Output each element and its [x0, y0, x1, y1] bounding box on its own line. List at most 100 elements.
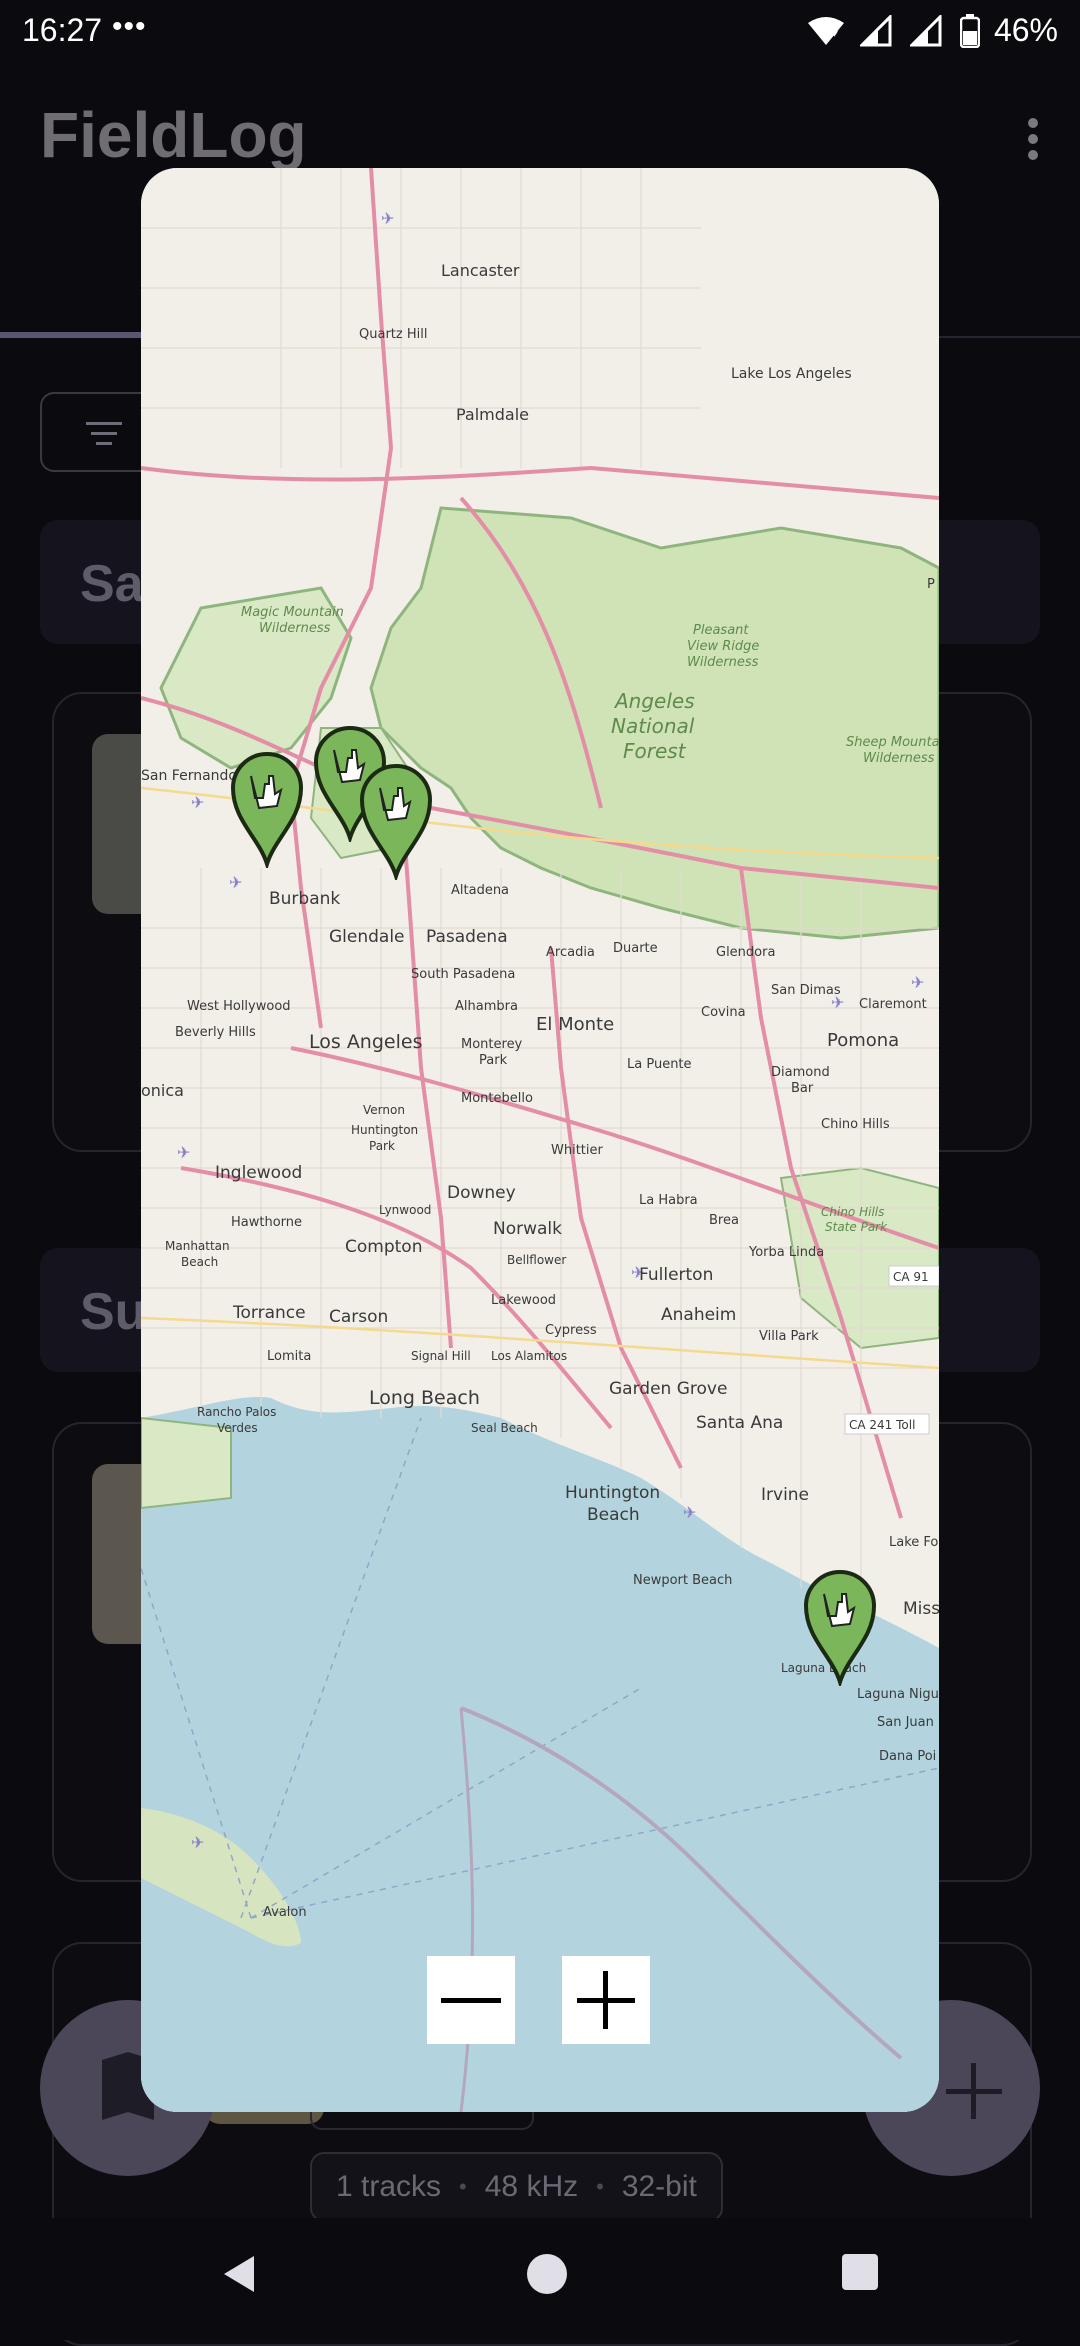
map-label: Angeles	[613, 689, 695, 713]
map-label: Hawthorne	[231, 1215, 302, 1230]
map-label: CA 91	[893, 1270, 929, 1284]
filter-icon	[86, 422, 122, 425]
map-label: Quartz Hill	[359, 327, 427, 342]
map-label: Burbank	[269, 889, 340, 909]
section-title: Sa	[80, 555, 144, 613]
map-dialog[interactable]: ✈ ✈ ✈ ✈ ✈ ✈ ✈ ✈ ✈ Lancaster Quartz Hill …	[141, 168, 939, 2112]
map-label: Duarte	[613, 941, 658, 956]
map-label: Glendale	[329, 927, 405, 947]
map-label: Los Alamitos	[491, 1349, 567, 1363]
map-label: La Puente	[627, 1057, 692, 1072]
map-label: Alhambra	[455, 999, 518, 1014]
zoom-out-button[interactable]	[427, 1956, 515, 2044]
map-label: Pasadena	[426, 927, 508, 947]
battery-percentage: 46%	[993, 12, 1058, 48]
map-label: Covina	[701, 1005, 746, 1020]
map-label: San Fernando	[141, 768, 237, 784]
map-label: Lakewood	[491, 1293, 556, 1308]
bit-depth: 32-bit	[621, 2170, 697, 2203]
back-icon[interactable]	[218, 2252, 258, 2296]
map-label: Rancho Palos	[197, 1405, 276, 1419]
status-icons: 46%	[806, 12, 1058, 49]
map-label: CA 241 Toll	[849, 1418, 915, 1432]
map-label: Wilderness	[687, 655, 759, 670]
filter-icon-line	[91, 432, 117, 435]
map-label: Park	[479, 1053, 508, 1068]
map-label: Lancaster	[441, 261, 520, 280]
recents-icon[interactable]	[840, 2252, 880, 2292]
map-label: Laguna Nigu	[857, 1687, 939, 1702]
map-label: La Habra	[639, 1193, 698, 1208]
map-label: Carson	[329, 1307, 388, 1327]
map-label: Inglewood	[215, 1163, 302, 1183]
map-label: Whittier	[551, 1143, 604, 1158]
overflow-menu-icon[interactable]	[1026, 118, 1040, 160]
map-label: Newport Beach	[633, 1573, 732, 1588]
map-label: Sheep Mountain	[846, 735, 939, 750]
map-label: View Ridge	[687, 639, 759, 654]
map-label: Seal Beach	[471, 1421, 538, 1435]
tracks-count: 1 tracks	[336, 2170, 442, 2203]
map-label: Manhattan	[165, 1239, 230, 1253]
map-label: Lake Fo	[889, 1535, 938, 1550]
recording-marker-pin-icon[interactable]	[358, 758, 434, 880]
map-label: Santa Ana	[696, 1413, 783, 1433]
minus-icon	[441, 1998, 501, 2003]
zoom-in-button[interactable]	[562, 1956, 650, 2044]
map-label: Palmdale	[456, 405, 529, 424]
map-label: Compton	[345, 1237, 422, 1257]
map-label: Magic Mountain	[241, 605, 344, 620]
map-label: Huntington	[565, 1483, 660, 1503]
map-label: Lynwood	[379, 1203, 431, 1217]
status-time: 16:27	[22, 12, 103, 48]
airport-icon: ✈	[191, 793, 204, 812]
map-label: Villa Park	[759, 1329, 819, 1344]
map-label: Chino Hills	[821, 1117, 890, 1132]
map-label: Downey	[447, 1183, 516, 1203]
map-label: Diamond	[771, 1065, 830, 1080]
map-label: Wilderness	[863, 751, 935, 766]
map-label: Lake Los Angeles	[731, 366, 852, 382]
signal-icon-2	[909, 14, 942, 46]
status-bar: 16:27 ••• 46%	[0, 0, 1080, 62]
map-label: Anaheim	[661, 1305, 736, 1325]
recording-marker-pin-icon[interactable]	[802, 1564, 878, 1686]
map-label: Long Beach	[369, 1387, 480, 1409]
map-label: Vernon	[363, 1103, 405, 1117]
airport-icon: ✈	[191, 1833, 204, 1852]
map-label: Irvine	[761, 1485, 809, 1505]
map-label: Bar	[791, 1081, 814, 1096]
map-label: Beverly Hills	[175, 1025, 256, 1040]
map-view[interactable]: ✈ ✈ ✈ ✈ ✈ ✈ ✈ ✈ ✈ Lancaster Quartz Hill …	[141, 168, 939, 2112]
airport-icon: ✈	[381, 209, 394, 228]
map-label: onica	[141, 1081, 184, 1100]
airport-icon: ✈	[911, 973, 924, 992]
section-title: Su	[80, 1283, 147, 1341]
map-label: San Juan	[877, 1715, 934, 1730]
map-label: Monterey	[461, 1037, 523, 1052]
map-label: San Dimas	[771, 983, 841, 998]
filter-icon-line	[96, 442, 112, 445]
map-label: State Park	[825, 1220, 888, 1234]
map-label: Chino Hills	[821, 1205, 884, 1219]
recording-meta-chip: 1 tracks • 48 kHz • 32-bit	[310, 2152, 723, 2222]
map-label: Beach	[587, 1505, 640, 1525]
system-navigation-bar	[0, 2218, 1080, 2340]
map-label: Verdes	[217, 1421, 258, 1435]
airport-icon: ✈	[177, 1143, 190, 1162]
separator: •	[596, 2174, 604, 2199]
map-label: Park	[369, 1139, 395, 1153]
home-icon[interactable]	[525, 2252, 569, 2296]
map-label: Forest	[623, 739, 687, 763]
map-label: Miss	[903, 1599, 939, 1619]
airport-icon: ✈	[229, 873, 242, 892]
map-label: Garden Grove	[609, 1379, 727, 1399]
map-label: Yorba Linda	[748, 1245, 824, 1260]
notification-dots-icon: •••	[112, 10, 147, 43]
separator: •	[459, 2174, 467, 2199]
map-label: Brea	[709, 1213, 739, 1228]
map-label: West Hollywood	[187, 999, 291, 1014]
app-title: FieldLog	[40, 99, 307, 171]
recording-marker-pin-icon[interactable]	[229, 746, 305, 868]
map-label: Bellflower	[507, 1253, 566, 1267]
